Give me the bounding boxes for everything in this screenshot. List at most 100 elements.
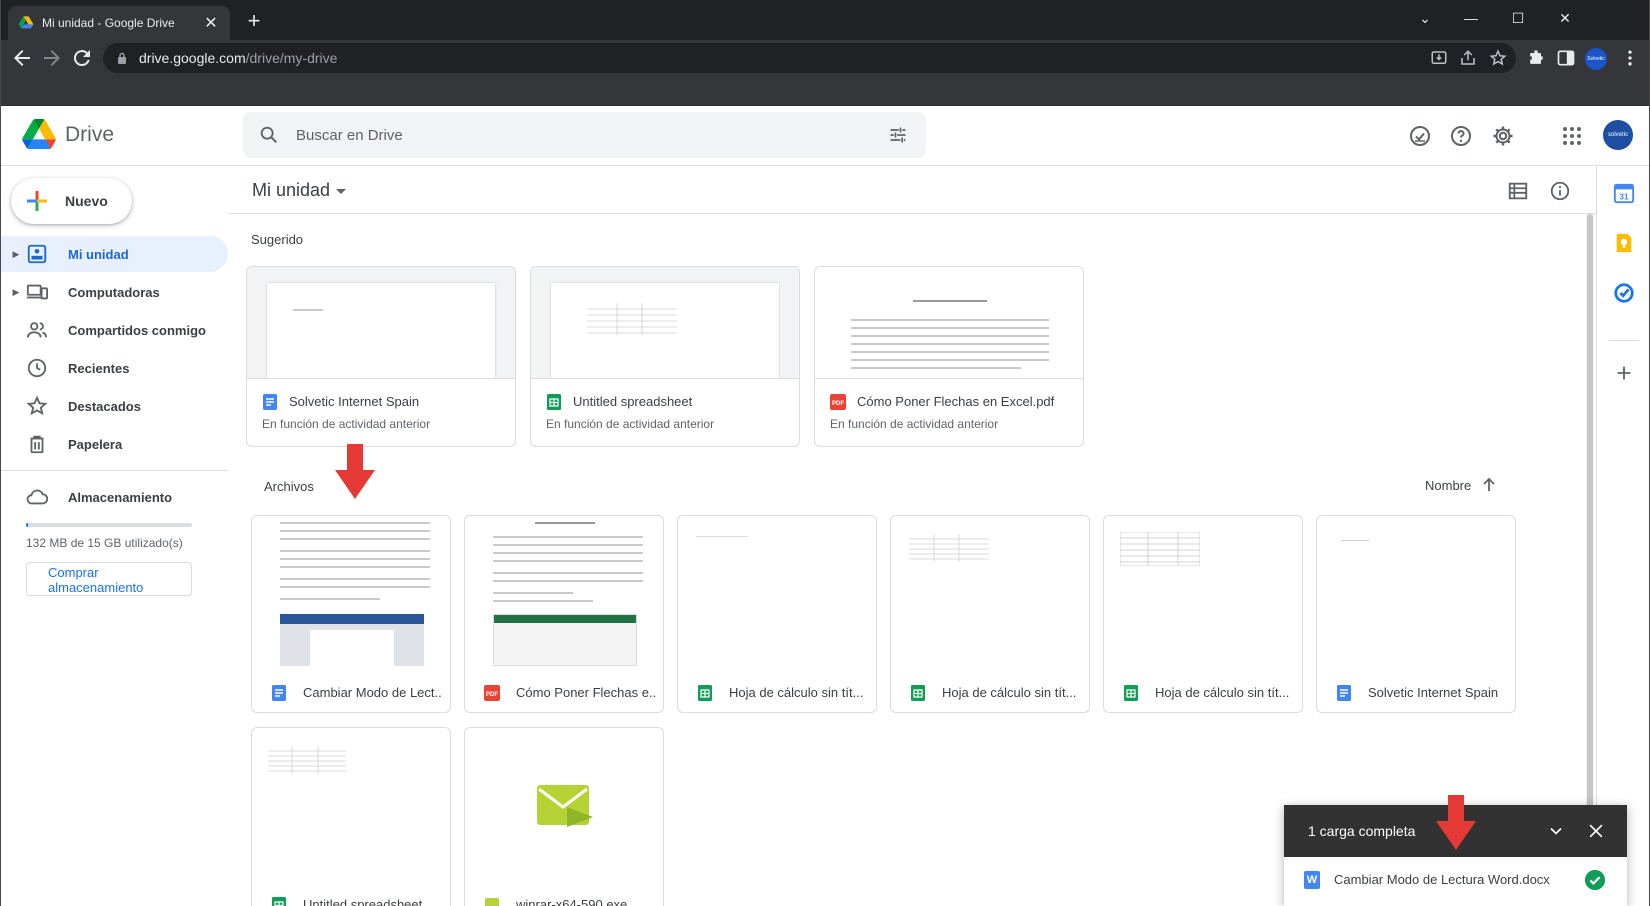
recent-icon xyxy=(27,358,47,378)
browser-menu-icon[interactable] xyxy=(1620,48,1640,68)
help-icon[interactable] xyxy=(1449,124,1473,148)
upload-panel-title: 1 carga completa xyxy=(1308,823,1416,839)
back-icon[interactable] xyxy=(10,46,34,70)
scrollbar-thumb[interactable] xyxy=(1587,214,1593,906)
info-icon[interactable] xyxy=(1549,180,1571,202)
tasks-icon[interactable] xyxy=(1613,282,1635,304)
window-border xyxy=(0,0,1,906)
star-icon xyxy=(26,395,48,416)
suggested-card[interactable]: Untitled spreadsheet En función de activ… xyxy=(530,266,800,447)
exe-icon xyxy=(485,898,499,906)
upload-complete-check-icon xyxy=(1584,869,1606,891)
file-card[interactable]: PDF Cómo Poner Flechas e... xyxy=(464,515,664,713)
install-app-icon[interactable] xyxy=(1430,49,1448,67)
minimize-button[interactable]: — xyxy=(1456,5,1486,31)
sidebar-item-recent[interactable]: Recientes xyxy=(0,350,228,386)
maximize-button[interactable]: ☐ xyxy=(1503,5,1533,31)
share-icon[interactable] xyxy=(1459,49,1477,67)
calendar-icon[interactable]: 31 xyxy=(1613,182,1635,204)
offline-status-icon[interactable] xyxy=(1408,124,1432,148)
address-bar[interactable]: drive.google.com/drive/my-drive xyxy=(103,43,1516,73)
forward-icon[interactable] xyxy=(40,46,64,70)
expand-caret-icon[interactable]: ▶ xyxy=(11,249,21,260)
file-card[interactable]: winrar-x64-590.exe xyxy=(464,727,664,906)
sidebar-item-label: Almacenamiento xyxy=(68,489,173,505)
file-thumbnail xyxy=(531,267,799,379)
storage-used-text: 132 MB de 15 GB utilizado(s) xyxy=(26,536,183,550)
drive-logo-icon[interactable] xyxy=(22,119,56,149)
expand-caret-icon[interactable]: ▶ xyxy=(11,287,21,298)
upload-item-row[interactable]: W Cambiar Modo de Lectura Word.docx xyxy=(1284,857,1627,906)
sort-ascending-arrow-icon[interactable] xyxy=(1481,477,1497,493)
search-icon[interactable] xyxy=(258,124,280,146)
suggested-card[interactable]: PDF Cómo Poner Flechas en Excel.pdf En f… xyxy=(814,266,1084,447)
browser-tab-active[interactable]: Mi unidad - Google Drive ✕ xyxy=(8,6,230,40)
caret-down-icon[interactable] xyxy=(336,186,346,196)
file-thumbnail xyxy=(465,728,663,878)
sort-by-label[interactable]: Nombre xyxy=(1425,478,1471,493)
side-panel-divider xyxy=(1609,340,1639,341)
file-thumbnail xyxy=(815,267,1083,379)
url-text: drive.google.com/drive/my-drive xyxy=(139,50,337,66)
sidebar-item-my-drive[interactable]: ▶ Mi unidad xyxy=(0,236,228,272)
file-card[interactable]: Hoja de cálculo sin tít... xyxy=(1103,515,1303,713)
file-card[interactable]: Hoja de cálculo sin tít... xyxy=(677,515,877,713)
search-bar[interactable] xyxy=(243,112,926,158)
sheet-preview-grid xyxy=(1120,532,1200,566)
file-thumbnail xyxy=(1317,516,1515,666)
sidebar-item-storage[interactable]: Almacenamiento xyxy=(0,479,228,515)
sheet-icon xyxy=(547,394,561,410)
suggested-card[interactable]: Solvetic Internet Spain En función de ac… xyxy=(246,266,516,447)
side-panel-icon[interactable] xyxy=(1556,48,1576,68)
file-reason: En función de actividad anterior xyxy=(262,417,431,431)
reload-icon[interactable] xyxy=(70,46,94,70)
pdf-icon: PDF xyxy=(484,685,500,701)
cloud-icon xyxy=(26,489,48,505)
sidebar-item-computers[interactable]: ▶ Computadoras xyxy=(0,274,228,310)
sidebar-item-trash[interactable]: Papelera xyxy=(0,426,228,462)
shared-icon xyxy=(26,322,48,338)
sidebar-item-shared[interactable]: Compartidos conmigo xyxy=(0,312,228,348)
new-button[interactable]: Nuevo xyxy=(11,178,132,224)
file-card[interactable]: Untitled spreadsheet xyxy=(251,727,451,906)
app-name: Drive xyxy=(65,123,115,146)
sidebar-item-label: Papelera xyxy=(68,436,123,452)
close-icon[interactable] xyxy=(1586,821,1606,841)
sidebar-item-label: Computadoras xyxy=(68,284,160,300)
browser-profile-avatar[interactable]: Solvetic xyxy=(1585,48,1607,70)
keep-icon[interactable] xyxy=(1613,232,1635,254)
sheet-preview-grid xyxy=(587,303,677,335)
files-section-title: Archivos xyxy=(264,479,314,494)
search-options-icon[interactable] xyxy=(888,125,908,145)
file-name: Hoja de cálculo sin tít... xyxy=(1155,685,1290,700)
account-avatar[interactable]: solvetic xyxy=(1603,120,1633,150)
extensions-icon[interactable] xyxy=(1526,48,1546,68)
location-title[interactable]: Mi unidad xyxy=(252,180,330,201)
add-addon-icon[interactable] xyxy=(1613,362,1635,384)
sheet-preview-grid xyxy=(909,534,989,562)
list-view-icon[interactable] xyxy=(1507,180,1529,202)
new-tab-button[interactable]: + xyxy=(243,10,265,32)
computers-icon xyxy=(26,284,48,300)
tab-close-icon[interactable]: ✕ xyxy=(202,13,220,33)
search-input[interactable] xyxy=(296,112,856,158)
buy-storage-button[interactable]: Comprar almacenamiento xyxy=(26,562,192,596)
plus-icon xyxy=(27,191,47,211)
chevron-down-icon[interactable] xyxy=(1546,821,1566,841)
sidebar-item-label: Recientes xyxy=(68,360,130,376)
file-name: Hoja de cálculo sin tít... xyxy=(729,685,864,700)
sheet-icon xyxy=(1124,685,1138,701)
tab-search-icon[interactable]: ⌄ xyxy=(1410,5,1440,31)
apps-grid-icon[interactable] xyxy=(1560,124,1584,148)
screenshot-preview xyxy=(493,614,637,666)
close-window-button[interactable]: ✕ xyxy=(1550,5,1580,31)
settings-gear-icon[interactable] xyxy=(1491,124,1515,148)
file-card[interactable]: Cambiar Modo de Lect... xyxy=(251,515,451,713)
file-card[interactable]: Solvetic Internet Spain xyxy=(1316,515,1516,713)
sidebar-item-starred[interactable]: Destacados xyxy=(0,388,228,424)
file-reason: En función de actividad anterior xyxy=(546,417,715,431)
file-thumbnail xyxy=(252,728,450,878)
drive-favicon-icon xyxy=(18,16,34,29)
file-card[interactable]: Hoja de cálculo sin tít... xyxy=(890,515,1090,713)
bookmark-star-icon[interactable] xyxy=(1489,49,1507,67)
